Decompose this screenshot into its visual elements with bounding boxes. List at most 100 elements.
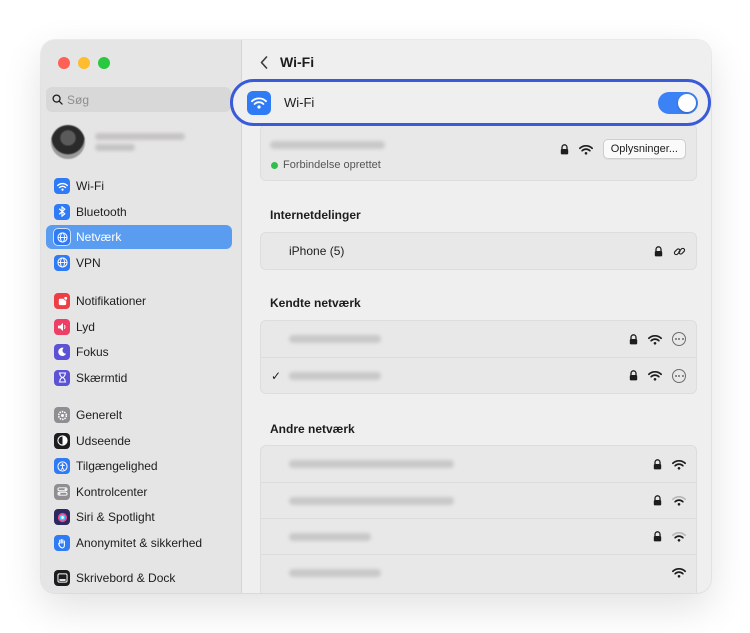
other-network-row[interactable]: [261, 482, 696, 518]
back-button[interactable]: [260, 55, 268, 69]
accessibility-icon: [54, 458, 70, 475]
other-networks-section-title: Andre netværk: [270, 422, 355, 436]
lock-icon: [653, 495, 662, 506]
sidebar-item-label: Notifikationer: [76, 294, 147, 308]
close-window-button[interactable]: [58, 57, 70, 69]
network-name-redacted: [289, 532, 371, 541]
sidebar-item-speaker[interactable]: Lyd: [46, 315, 232, 339]
lock-icon: [560, 143, 569, 155]
details-button[interactable]: Oplysninger...: [602, 139, 686, 159]
sidebar-item-label: Bluetooth: [76, 204, 127, 219]
sidebar-item-label: Netværk: [76, 230, 122, 245]
other-network-row[interactable]: [261, 554, 696, 590]
sidebar-item-moon[interactable]: Fokus: [46, 340, 232, 364]
network-name-redacted: [289, 335, 381, 343]
page-title: Wi-Fi: [280, 54, 315, 70]
appearance-icon: [54, 432, 70, 449]
network-name-redacted: [289, 568, 381, 577]
network-name-redacted: [289, 371, 381, 380]
wifi-signal-weak-icon: [672, 531, 686, 542]
search-icon: [52, 94, 63, 105]
wifi-toggle-label: Wi-Fi: [284, 95, 315, 110]
apple-account-profile[interactable]: [51, 122, 233, 162]
lock-icon: [653, 458, 662, 470]
known-network-row[interactable]: ✓: [261, 357, 696, 393]
wifi-signal-icon: [672, 567, 686, 578]
toolbar: Wi-Fi: [242, 40, 711, 84]
settings-window: Søg Wi-Fi Bluetooth Netværk VPN Notifikation…: [41, 40, 711, 593]
sidebar-item-label: Fokus: [76, 345, 109, 360]
minimize-window-button[interactable]: [78, 57, 90, 69]
wifi-toggle-row: Wi-Fi: [230, 79, 711, 126]
sidebar-item-appearance[interactable]: Udseende: [46, 429, 232, 453]
network-name-redacted: [289, 460, 454, 468]
link-icon: [673, 245, 686, 258]
lock-icon: [654, 245, 663, 257]
search-input[interactable]: Søg: [46, 87, 231, 112]
sidebar-item-label: VPN: [76, 255, 101, 270]
sidebar: Søg Wi-Fi Bluetooth Netværk VPN Notifikation…: [41, 40, 242, 593]
sidebar-item-hourglass[interactable]: Skærmtid: [46, 366, 232, 390]
wifi-signal-icon: [648, 370, 662, 381]
sidebar-item-accessibility[interactable]: Tilgængelighed: [46, 454, 232, 478]
more-options-icon[interactable]: [672, 368, 686, 383]
hotspot-row[interactable]: iPhone (5): [261, 233, 696, 269]
sidebar-item-hand[interactable]: Anonymitet & sikkerhed: [46, 531, 232, 555]
sidebar-item-label: Skærmtid: [76, 370, 128, 385]
main-pane: Wi-Fi Wi-Fi Forbindelse oprettet Oplysni…: [230, 40, 711, 593]
dock-icon: [54, 570, 70, 586]
profile-name-redacted: [95, 129, 185, 155]
sidebar-item-label: Udseende: [76, 433, 131, 448]
hotspots-section-title: Internetdelinger: [270, 208, 361, 222]
sidebar-item-globe[interactable]: Netværk: [46, 225, 232, 250]
speaker-icon: [54, 318, 70, 335]
zoom-window-button[interactable]: [98, 57, 110, 69]
sidebar-item-label: Lyd: [76, 319, 95, 334]
wifi-toggle-switch[interactable]: [658, 91, 698, 114]
connected-status-dot: [271, 161, 278, 169]
sidebar-item-label: Skrivebord & Dock: [76, 571, 176, 585]
hourglass-icon: [54, 369, 70, 386]
other-network-row[interactable]: [261, 518, 696, 554]
sidebar-item-label: Anonymitet & sikkerhed: [76, 536, 203, 550]
lock-icon: [629, 333, 638, 345]
lock-icon: [653, 531, 662, 542]
sidebar-item-vpn[interactable]: VPN: [46, 251, 232, 275]
network-name-redacted: [289, 496, 454, 505]
sidebar-item-label: Generelt: [76, 408, 123, 422]
lock-icon: [629, 370, 638, 381]
known-network-row[interactable]: [261, 321, 696, 357]
bell-icon: [54, 293, 70, 309]
connected-checkmark: ✓: [271, 368, 282, 383]
sidebar-item-bluetooth[interactable]: Bluetooth: [46, 200, 232, 224]
sidebar-item-label: Kontrolcenter: [76, 484, 148, 499]
wifi-signal-icon: [672, 459, 686, 470]
other-networks-list: [260, 445, 697, 593]
globe-icon: [54, 229, 70, 246]
sidebar-item-label: Tilgængelighed: [76, 459, 158, 474]
current-network-name-redacted: [270, 141, 385, 149]
sidebar-item-control-center[interactable]: Kontrolcenter: [46, 480, 232, 504]
sidebar-item-wifi[interactable]: Wi-Fi: [46, 174, 232, 198]
vpn-icon: [54, 254, 70, 271]
sidebar-item-bell[interactable]: Notifikationer: [46, 289, 232, 313]
gear-icon: [54, 407, 70, 423]
control-center-icon: [54, 483, 70, 500]
other-network-row[interactable]: [261, 446, 696, 482]
chevron-left-icon: [260, 55, 268, 69]
search-placeholder: Søg: [67, 92, 90, 107]
sidebar-item-dock[interactable]: Skrivebord & Dock: [46, 566, 232, 590]
bluetooth-icon: [54, 203, 70, 220]
sidebar-item-siri[interactable]: Siri & Spotlight: [46, 505, 232, 529]
hotspots-list: iPhone (5): [260, 232, 697, 270]
sidebar-item-gear[interactable]: Generelt: [46, 403, 232, 427]
window-controls: [58, 57, 110, 69]
wifi-signal-icon: [648, 334, 662, 345]
wifi-signal-weak-icon: [672, 495, 686, 506]
moon-icon: [54, 344, 70, 361]
more-options-icon[interactable]: [672, 332, 686, 346]
connection-status-text: Forbindelse oprettet: [283, 159, 381, 171]
wifi-app-icon: [247, 90, 271, 115]
sidebar-item-label: Wi-Fi: [76, 179, 104, 193]
hand-icon: [54, 535, 70, 551]
